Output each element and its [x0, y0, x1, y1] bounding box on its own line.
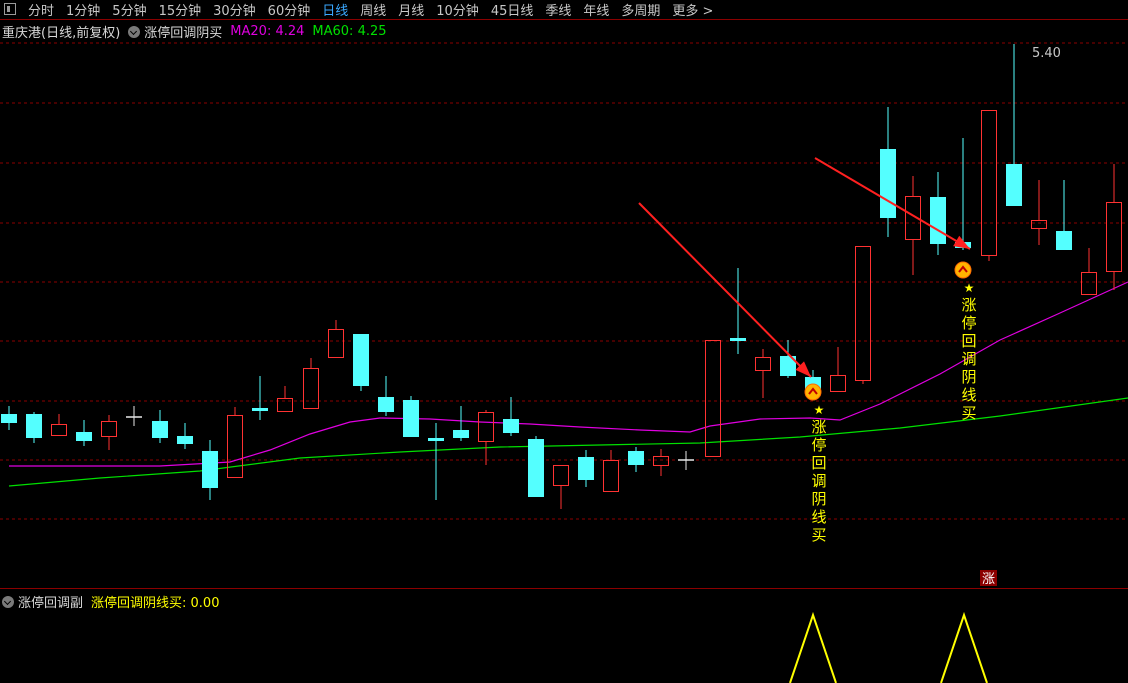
candle-body — [880, 149, 896, 218]
candle-body — [353, 334, 369, 386]
signal-label-char: 线 — [961, 386, 976, 404]
ma20-line — [9, 281, 1128, 467]
buy-signal-icon — [954, 261, 972, 279]
candle-body — [1, 414, 17, 423]
candle-body — [730, 338, 746, 341]
candle-body — [152, 421, 168, 438]
candle-body — [578, 457, 594, 480]
limit-up-badge-text: 涨 — [982, 572, 995, 587]
candle-body — [478, 412, 494, 442]
candle-body — [76, 432, 92, 441]
sub-indicator-dropdown-icon[interactable] — [2, 595, 14, 608]
candle-body — [26, 414, 42, 438]
sub-indicator-name[interactable]: 涨停回调副 — [18, 592, 83, 611]
candle-body — [755, 357, 771, 371]
candle-body — [855, 246, 871, 381]
subchart-signal-spike — [940, 611, 988, 683]
candle-body — [51, 424, 67, 436]
candle-body — [1081, 272, 1097, 295]
signal-label-char: 停 — [811, 436, 826, 454]
candle-body — [227, 415, 243, 478]
signal-label-char: 阴 — [961, 368, 976, 386]
candle-body — [503, 419, 519, 433]
kline-chart[interactable]: ★涨停回调阴线买★涨停回调阴线买涨 5.40 — [0, 0, 1128, 683]
candle-body — [1006, 164, 1022, 206]
sub-indicator-value: 涨停回调阴线买: 0.00 — [91, 596, 220, 611]
signal-label-char: 调 — [811, 472, 826, 490]
candle-body — [528, 439, 544, 497]
candle-body — [252, 408, 268, 411]
subchart-divider — [0, 588, 1128, 589]
candle-body — [328, 329, 344, 358]
candle-body — [202, 451, 218, 488]
candle-body — [553, 465, 569, 486]
candle-body — [705, 340, 721, 457]
candle-body — [603, 460, 619, 492]
signal-label-char: 线 — [811, 508, 826, 526]
candle-body — [101, 421, 117, 437]
candle-body — [277, 398, 293, 412]
star-icon: ★ — [964, 281, 975, 295]
candle-body — [403, 400, 419, 437]
signal-label-char: 买 — [961, 404, 976, 422]
sub-legend: 涨停回调副 涨停回调阴线买: 0.00 — [2, 592, 219, 611]
candle-body — [378, 397, 394, 412]
subchart-signal-spike — [789, 611, 837, 683]
signal-label-char: 涨 — [811, 418, 826, 436]
signal-label-char: 回 — [811, 454, 826, 472]
candle-body — [628, 451, 644, 465]
candle-body — [428, 438, 444, 441]
candle-body — [1106, 202, 1122, 272]
signal-arrow — [638, 202, 812, 378]
star-icon: ★ — [814, 403, 825, 417]
candle-body — [653, 456, 669, 466]
candle-body — [830, 375, 846, 392]
candle-body — [981, 110, 997, 256]
signal-label-char: 涨 — [961, 296, 976, 314]
candle-body — [177, 436, 193, 444]
buy-signal-icon — [804, 383, 822, 401]
candle-body — [1031, 220, 1047, 229]
signal-label-char: 买 — [811, 526, 826, 544]
high-price-label: 5.40 — [1032, 46, 1061, 61]
signal-label-char: 回 — [961, 332, 976, 350]
candle-body — [453, 430, 469, 438]
signal-label-char: 停 — [961, 314, 976, 332]
candle-body — [303, 368, 319, 409]
candle-body — [930, 197, 946, 244]
candle-body — [1056, 231, 1072, 250]
signal-label-char: 阴 — [811, 490, 826, 508]
signal-label-char: 调 — [961, 350, 976, 368]
